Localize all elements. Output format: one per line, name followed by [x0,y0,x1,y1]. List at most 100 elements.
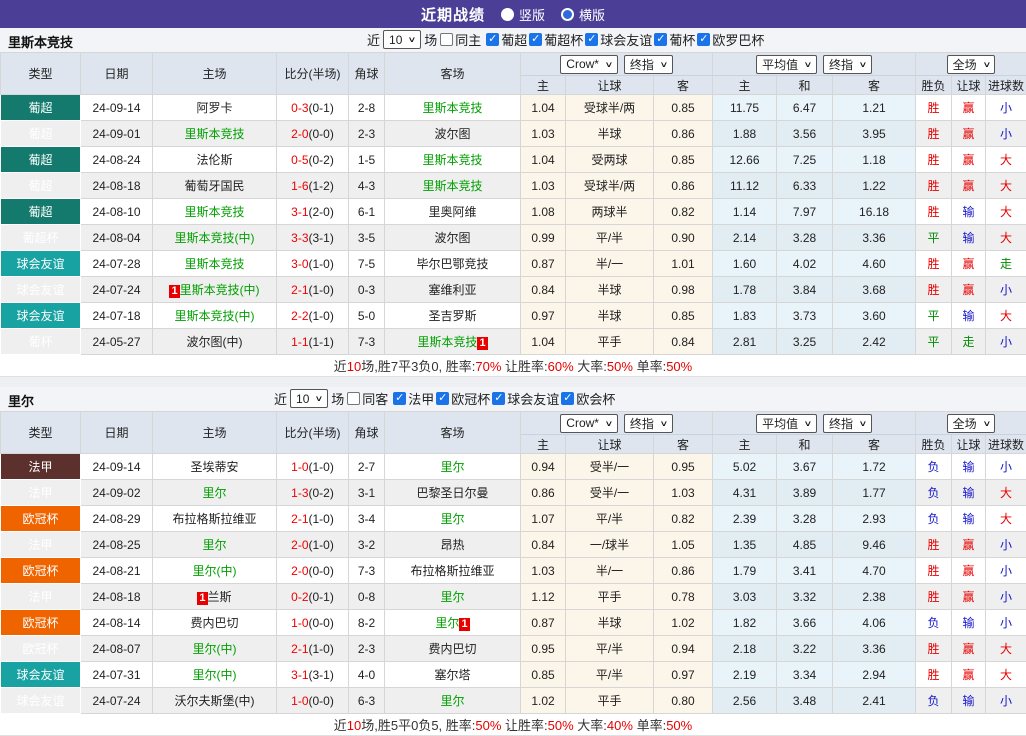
away-team-link[interactable]: 里尔 [435,616,459,630]
crow-select-value: Crow* [566,57,599,71]
match-score: 1-0(0-0) [277,688,349,714]
home-team-link[interactable]: 里斯本竞技(中) [180,283,260,297]
home-team-link[interactable]: 里尔 [202,486,226,500]
fullmatch-select[interactable]: 全场∨ [947,55,996,74]
match-score: 2-1(1-0) [277,636,349,662]
away-team-link[interactable]: 塞维利亚 [428,283,476,297]
away-team-link[interactable]: 巴黎圣日尔曼 [416,486,488,500]
home-team-link[interactable]: 里尔(中) [193,668,237,682]
home-team-link[interactable]: 费内巴切 [190,616,238,630]
home-team-link[interactable]: 里尔 [202,538,226,552]
away-team-link[interactable]: 费内巴切 [428,642,476,656]
home-team-link[interactable]: 里尔(中) [193,564,237,578]
home-team-link[interactable]: 里尔(中) [193,642,237,656]
halftime-score: (1-0) [309,460,334,474]
home-team-link[interactable]: 里斯本竞技 [184,127,244,141]
match-score: 1-1(1-1) [277,329,349,355]
avg-away-odds: 4.06 [833,610,916,636]
home-team-link[interactable]: 圣埃蒂安 [190,460,238,474]
away-team-link[interactable]: 里斯本竞技 [422,179,482,193]
match-score: 1-0(0-0) [277,610,349,636]
result-wdl-value: 胜 [928,153,940,167]
home-team-link[interactable]: 阿罗卡 [196,101,232,115]
crow-odds-select[interactable]: Crow*∨ [560,414,618,433]
layout-radio-horizontal[interactable]: 横版 [561,5,605,24]
away-team-link[interactable]: 里奥阿维 [428,205,476,219]
home-team-link[interactable]: 葡萄牙国民 [184,179,244,193]
home-team-link[interactable]: 波尔图(中) [187,335,243,349]
result-handicap-value: 赢 [963,257,975,271]
halftime-score: (3-1) [309,668,334,682]
average-final-select[interactable]: 终指∨ [823,55,872,74]
halftime-score: (0-0) [309,127,334,141]
crow-final-select[interactable]: 终指∨ [624,55,673,74]
league-filter-label: 法甲 [408,389,434,408]
fulltime-score: 2-0 [291,564,308,578]
away-team-link[interactable]: 昂热 [440,538,464,552]
away-team-link[interactable]: 毕尔巴鄂竞技 [416,257,488,271]
col-header-date: 日期 [81,53,153,95]
chevron-down-icon: ∨ [982,419,991,428]
home-team-link[interactable]: 沃尔夫斯堡(中) [175,694,255,708]
away-team-link[interactable]: 里尔 [440,460,464,474]
avg-home-odds: 1.83 [713,303,777,329]
away-team-link[interactable]: 圣吉罗斯 [428,309,476,323]
home-team-link[interactable]: 里斯本竞技(中) [175,231,255,245]
away-team-link[interactable]: 布拉格斯拉维亚 [410,564,494,578]
league-filter-checkbox[interactable]: 欧冠杯 [436,389,490,408]
away-team-link[interactable]: 波尔图 [434,127,470,141]
top-title-bar: 近期战绩 竖版 横版 [0,0,1026,28]
away-team-link[interactable]: 里尔 [440,512,464,526]
average-final-select[interactable]: 终指∨ [823,414,872,433]
home-team-link[interactable]: 里斯本竞技 [184,205,244,219]
halftime-score: (0-2) [309,486,334,500]
result-handicap-value: 赢 [963,590,975,604]
same-venue-checkbox[interactable]: 同主 [440,30,481,49]
average-odds-select[interactable]: 平均值∨ [756,414,817,433]
away-team-link[interactable]: 波尔图 [434,231,470,245]
league-filter-checkbox[interactable]: 葡超 [486,30,527,49]
crow-handicap: 受球半/两 [566,95,654,121]
league-filter-checkbox[interactable]: 欧会杯 [561,389,615,408]
away-team-link[interactable]: 塞尔塔 [434,668,470,682]
same-venue-label: 同主 [455,30,481,49]
league-filter-checkbox[interactable]: 欧罗巴杯 [697,30,764,49]
league-type-cell: 葡超杯 [1,225,81,251]
home-team-link[interactable]: 布拉格斯拉维亚 [172,512,256,526]
league-filter-checkbox[interactable]: 葡杯 [654,30,695,49]
summary-segment: 场,胜7平3负0, 胜率: [361,359,475,374]
league-filter-checkbox[interactable]: 球会友谊 [492,389,559,408]
recent-count-select[interactable]: 10∨ [290,389,328,408]
away-team-link[interactable]: 里斯本竞技 [422,153,482,167]
away-team-link[interactable]: 里尔 [440,694,464,708]
crow-final-select[interactable]: 终指∨ [624,414,673,433]
league-filter-checkbox[interactable]: 球会友谊 [585,30,652,49]
match-row: 球会友谊24-07-24沃尔夫斯堡(中)1-0(0-0)6-3里尔1.02平手0… [1,688,1026,714]
away-team-link[interactable]: 里斯本竞技 [417,335,477,349]
summary-segment: 50% [607,359,633,374]
checkbox-unchecked-icon [440,33,453,46]
home-team-link[interactable]: 法伦斯 [196,153,232,167]
away-team-link[interactable]: 里尔 [440,590,464,604]
fulltime-score: 0-2 [291,590,308,604]
crow-odds-select[interactable]: Crow*∨ [560,55,618,74]
home-team-link[interactable]: 里斯本竞技 [184,257,244,271]
away-team-link[interactable]: 里斯本竞技 [422,101,482,115]
summary-segment: 单率: [633,359,666,374]
league-type-cell: 欧冠杯 [1,610,81,636]
home-team-link[interactable]: 里斯本竞技(中) [175,309,255,323]
home-team-link[interactable]: 兰斯 [208,590,232,604]
result-handicap-value: 输 [963,694,975,708]
fullmatch-select[interactable]: 全场∨ [947,414,996,433]
avg-draw-odds: 3.25 [777,329,833,355]
match-row: 葡超24-08-24法伦斯0-5(0-2)1-5里斯本竞技1.04受两球0.85… [1,147,1026,173]
avg-draw-odds: 3.48 [777,688,833,714]
layout-radio-vertical[interactable]: 竖版 [501,5,545,24]
match-date: 24-07-31 [81,662,153,688]
recent-count-select[interactable]: 10∨ [383,30,421,49]
league-filter-checkbox[interactable]: 法甲 [393,389,434,408]
filter-bar: 里斯本竞技 近 10∨ 场 同主 葡超葡超杯球会友谊葡杯欧罗巴杯 [0,28,1026,52]
same-venue-checkbox[interactable]: 同客 [347,389,388,408]
league-filter-checkbox[interactable]: 葡超杯 [529,30,583,49]
average-odds-select[interactable]: 平均值∨ [756,55,817,74]
